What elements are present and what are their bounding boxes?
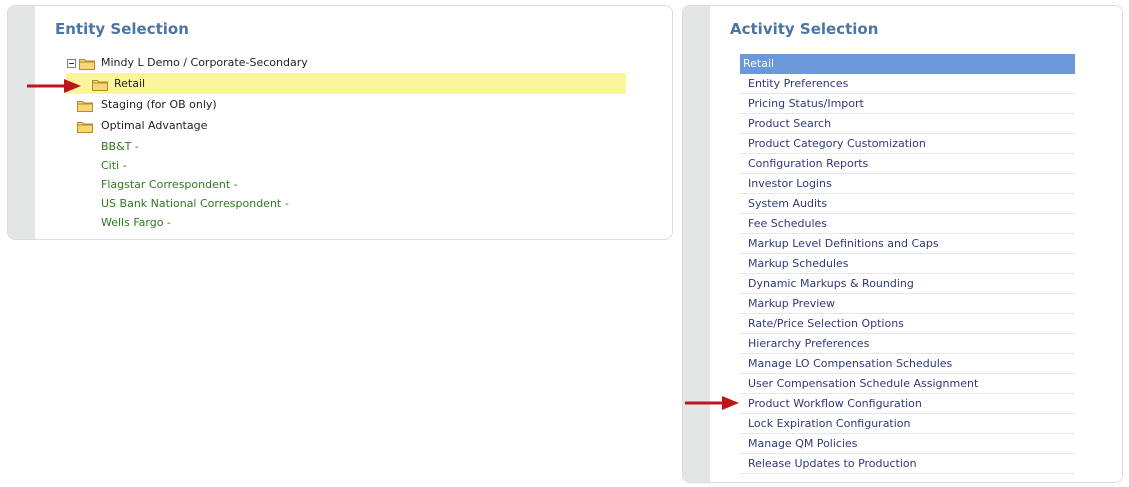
collapse-icon[interactable] [67, 59, 76, 68]
folder-icon [77, 122, 93, 133]
activity-item-investor-logins[interactable]: Investor Logins [740, 174, 1075, 194]
pointer-arrow-icon [685, 396, 739, 410]
activity-item-entity-preferences[interactable]: Entity Preferences [740, 74, 1075, 94]
selected-row-highlight [66, 73, 626, 94]
activity-selection-panel: Activity Selection Retail Entity Prefere… [682, 5, 1123, 483]
activity-item-pricing-status-import[interactable]: Pricing Status/Import [740, 94, 1075, 114]
folder-icon [92, 80, 108, 91]
activity-item-release-updates[interactable]: Release Updates to Production [740, 454, 1075, 474]
entity-selection-title: Entity Selection [55, 20, 189, 38]
tree-node-retail-label: Retail [114, 77, 146, 90]
activity-item-markup-preview[interactable]: Markup Preview [740, 294, 1075, 314]
correspondent-item[interactable]: Citi - [101, 156, 127, 175]
activity-item-product-workflow-configuration[interactable]: Product Workflow Configuration [740, 394, 1075, 414]
activity-item-user-compensation-assignment[interactable]: User Compensation Schedule Assignment [740, 374, 1075, 394]
activity-item-system-audits[interactable]: System Audits [740, 194, 1075, 214]
tree-node-optimal-advantage-label: Optimal Advantage [101, 119, 208, 132]
activity-item-markup-level-definitions[interactable]: Markup Level Definitions and Caps [740, 234, 1075, 254]
activity-item-hierarchy-preferences[interactable]: Hierarchy Preferences [740, 334, 1075, 354]
activity-list-header[interactable]: Retail [740, 54, 1075, 74]
correspondent-item[interactable]: Wells Fargo - [101, 213, 171, 232]
activity-item-product-search[interactable]: Product Search [740, 114, 1075, 134]
folder-icon [77, 101, 93, 112]
entity-selection-panel: Entity Selection Mindy L Demo / Corporat… [7, 5, 673, 240]
activity-item-fee-schedules[interactable]: Fee Schedules [740, 214, 1075, 234]
correspondent-item[interactable]: Flagstar Correspondent - [101, 175, 238, 194]
correspondent-item[interactable]: BB&T - [101, 137, 139, 156]
tree-node-staging-label: Staging (for OB only) [101, 98, 217, 111]
activity-item-dynamic-markups[interactable]: Dynamic Markups & Rounding [740, 274, 1075, 294]
tree-node-root-label: Mindy L Demo / Corporate-Secondary [101, 56, 308, 69]
activity-item-product-category-customization[interactable]: Product Category Customization [740, 134, 1075, 154]
activity-item-configuration-reports[interactable]: Configuration Reports [740, 154, 1075, 174]
activity-list: Retail Entity Preferences Pricing Status… [740, 54, 1075, 474]
activity-item-manage-lo-compensation[interactable]: Manage LO Compensation Schedules [740, 354, 1075, 374]
folder-icon [79, 59, 95, 70]
activity-item-rate-price-selection[interactable]: Rate/Price Selection Options [740, 314, 1075, 334]
activity-selection-title: Activity Selection [730, 20, 879, 38]
correspondent-item[interactable]: US Bank National Correspondent - [101, 194, 289, 213]
pointer-arrow-icon [27, 79, 81, 93]
activity-item-markup-schedules[interactable]: Markup Schedules [740, 254, 1075, 274]
panel-side-strip [8, 6, 35, 239]
activity-item-manage-qm-policies[interactable]: Manage QM Policies [740, 434, 1075, 454]
activity-item-lock-expiration-configuration[interactable]: Lock Expiration Configuration [740, 414, 1075, 434]
